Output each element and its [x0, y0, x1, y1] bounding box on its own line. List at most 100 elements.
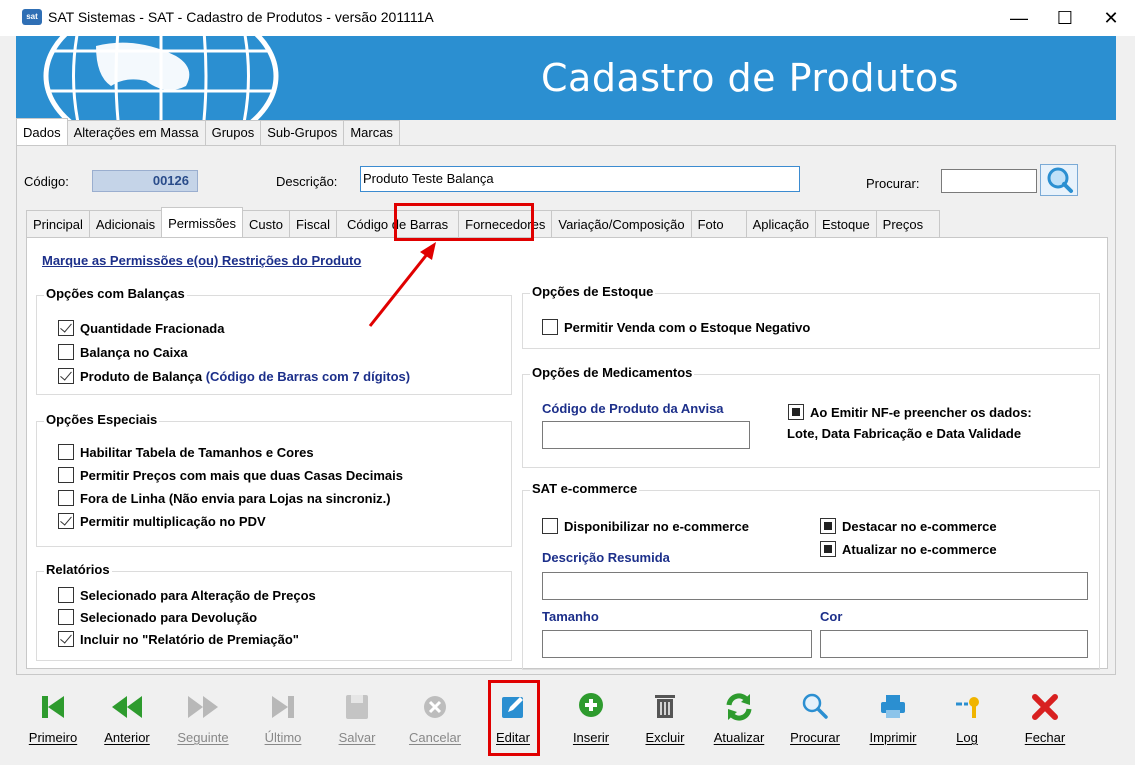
checkbox-label: Selecionado para Devolução: [80, 609, 258, 625]
group-relatorios-title: Relatórios: [44, 562, 112, 577]
globe-icon: [43, 36, 279, 120]
checkbox-estoque-negativo[interactable]: Permitir Venda com o Estoque Negativo: [542, 319, 810, 335]
first-button[interactable]: Primeiro: [18, 690, 88, 745]
checkbox-relatorio-premiacao[interactable]: Incluir no "Relatório de Premiação": [58, 631, 299, 647]
checkbox-alteracao-precos[interactable]: Selecionado para Alteração de Preços: [58, 587, 316, 603]
window-title: SAT Sistemas - SAT - Cadastro de Produto…: [48, 9, 434, 25]
checkbox-produto-de-balanca[interactable]: Produto de Balança (Código de Barras com…: [58, 368, 410, 384]
log-button[interactable]: Log: [932, 690, 1002, 745]
checkbox-label: Selecionado para Alteração de Preços: [80, 587, 316, 603]
checkbox-box[interactable]: [58, 490, 74, 506]
delete-button[interactable]: Excluir: [630, 690, 700, 745]
tamanho-field[interactable]: [542, 630, 812, 658]
description-label: Descrição:: [276, 174, 338, 189]
checkbox-destacar-ecommerce[interactable]: Destacar no e-commerce: [820, 518, 997, 534]
search-button[interactable]: [1040, 164, 1078, 196]
code-field[interactable]: 00126: [92, 170, 198, 192]
checkbox-box[interactable]: [820, 541, 836, 557]
checkbox-casas-decimais[interactable]: Permitir Preços com mais que duas Casas …: [58, 467, 403, 483]
tab-marcas[interactable]: Marcas: [343, 120, 400, 145]
next-button[interactable]: Seguinte: [168, 690, 238, 745]
search-tool-button[interactable]: Procurar: [780, 690, 850, 745]
tab-permissoes[interactable]: Permissões: [161, 207, 244, 237]
checkbox-label: Balança no Caixa: [80, 344, 188, 360]
panel-heading: Marque as Permissões e(ou) Restrições do…: [42, 253, 362, 268]
minimize-button[interactable]: —: [996, 4, 1042, 32]
checkbox-label: Permitir multiplicação no PDV: [80, 513, 266, 529]
tab-custo[interactable]: Custo: [242, 210, 291, 238]
checkbox-box[interactable]: [788, 404, 804, 420]
maximize-button[interactable]: ☐: [1042, 4, 1088, 32]
group-ecommerce-title: SAT e-commerce: [530, 481, 640, 496]
trash-icon: [655, 695, 675, 718]
tab-dados[interactable]: Dados: [16, 118, 68, 145]
nfe-label-line2: Lote, Data Fabricação e Data Validade: [787, 426, 1022, 441]
search-input[interactable]: [941, 169, 1037, 193]
printer-icon: [881, 695, 905, 718]
checkbox-label: Habilitar Tabela de Tamanhos e Cores: [80, 444, 314, 460]
checkbox-box[interactable]: [58, 631, 74, 647]
checkbox-tamanhos-e-cores[interactable]: Habilitar Tabela de Tamanhos e Cores: [58, 444, 314, 460]
tamanho-label: Tamanho: [542, 609, 599, 624]
checkbox-balanca-no-caixa[interactable]: Balança no Caixa: [58, 344, 188, 360]
next-icon: [188, 696, 218, 718]
checkbox-box[interactable]: [58, 344, 74, 360]
cancel-button[interactable]: Cancelar: [400, 690, 470, 745]
highlight-codigo-de-barras: [394, 203, 534, 241]
checkbox-box[interactable]: [542, 319, 558, 335]
checkbox-box[interactable]: [58, 368, 74, 384]
checkbox-fora-de-linha[interactable]: Fora de Linha (Não envia para Lojas na s…: [58, 490, 391, 506]
checkbox-box[interactable]: [58, 320, 74, 336]
tab-adicionais[interactable]: Adicionais: [88, 210, 163, 238]
search-label: Procurar:: [866, 176, 920, 191]
checkbox-box[interactable]: [58, 609, 74, 625]
checkbox-label: Permitir Preços com mais que duas Casas …: [80, 467, 403, 483]
checkbox-disponibilizar-ecommerce[interactable]: Disponibilizar no e-commerce: [542, 518, 749, 534]
toolbar: Primeiro Anterior Seguinte Último Salvar…: [16, 676, 1116, 756]
checkbox-label: Atualizar no e-commerce: [842, 541, 997, 557]
checkbox-multiplicacao-pdv[interactable]: Permitir multiplicação no PDV: [58, 513, 266, 529]
tab-fiscal[interactable]: Fiscal: [289, 210, 337, 238]
tab-alteracoes-em-massa[interactable]: Alterações em Massa: [66, 120, 206, 145]
tab-principal[interactable]: Principal: [26, 210, 90, 238]
checkbox-box[interactable]: [820, 518, 836, 534]
tab-estoque[interactable]: Estoque: [814, 210, 877, 238]
close-button[interactable]: Fechar: [1010, 690, 1080, 745]
previous-icon: [112, 696, 142, 718]
checkbox-box[interactable]: [58, 587, 74, 603]
previous-button[interactable]: Anterior: [92, 690, 162, 745]
checkbox-atualizar-ecommerce[interactable]: Atualizar no e-commerce: [820, 541, 997, 557]
checkbox-label: Produto de Balança: [80, 368, 203, 384]
cor-field[interactable]: [820, 630, 1088, 658]
checkbox-label: Ao Emitir NF-e preencher os dados:: [810, 404, 1032, 420]
code-label: Código:: [24, 174, 69, 189]
tab-foto[interactable]: Foto: [690, 210, 747, 238]
group-balancas-title: Opções com Balanças: [44, 286, 187, 301]
tab-aplicacao[interactable]: Aplicação: [745, 210, 816, 238]
save-button[interactable]: Salvar: [322, 690, 392, 745]
checkbox-box[interactable]: [542, 518, 558, 534]
cor-label: Cor: [820, 609, 843, 624]
header-banner: Cadastro de Produtos: [16, 36, 1116, 120]
checkbox-box[interactable]: [58, 444, 74, 460]
last-button[interactable]: Último: [248, 690, 318, 745]
checkbox-nfe-dados[interactable]: Ao Emitir NF-e preencher os dados:: [788, 404, 1032, 420]
anvisa-field[interactable]: [542, 421, 750, 449]
print-button[interactable]: Imprimir: [858, 690, 928, 745]
cancel-icon: [424, 696, 446, 718]
tab-variacao-composicao[interactable]: Variação/Composição: [551, 210, 692, 238]
insert-button[interactable]: Inserir: [556, 690, 626, 745]
checkbox-box[interactable]: [58, 467, 74, 483]
tab-precos[interactable]: Preços: [875, 210, 941, 238]
description-field[interactable]: Produto Teste Balança: [360, 166, 800, 192]
group-medicamentos-title: Opções de Medicamentos: [530, 365, 695, 380]
first-icon: [42, 696, 64, 718]
refresh-button[interactable]: Atualizar: [704, 690, 774, 745]
checkbox-devolucao[interactable]: Selecionado para Devolução: [58, 609, 257, 625]
tab-grupos[interactable]: Grupos: [204, 120, 262, 145]
checkbox-box[interactable]: [58, 513, 74, 529]
checkbox-quantidade-fracionada[interactable]: Quantidade Fracionada: [58, 320, 224, 336]
descricao-resumida-field[interactable]: [542, 572, 1088, 600]
tab-sub-grupos[interactable]: Sub-Grupos: [260, 120, 345, 145]
close-window-button[interactable]: ✕: [1088, 4, 1134, 32]
